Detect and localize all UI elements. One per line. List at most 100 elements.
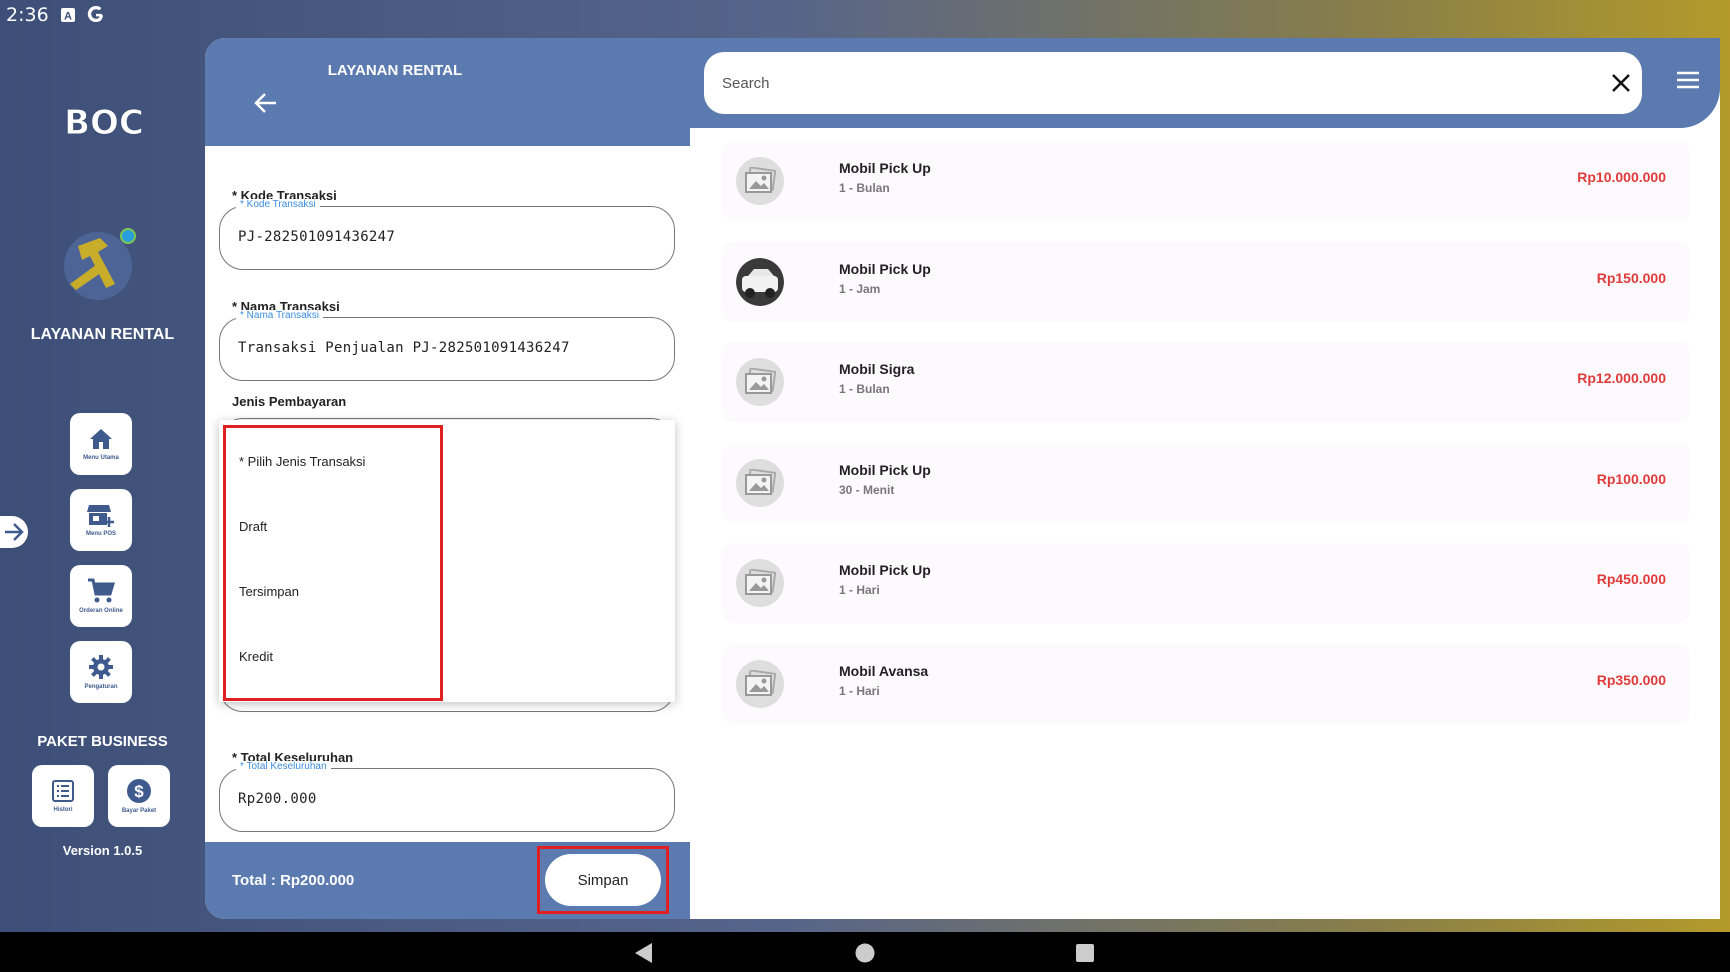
arrow-right-icon <box>5 523 24 541</box>
footer-total-value: Rp200.000 <box>280 872 355 889</box>
search-input[interactable] <box>722 70 1522 96</box>
product-row[interactable]: Mobil Avansa 1 - Hari Rp350.000 <box>722 644 1690 724</box>
app-logo: BOC <box>24 96 184 148</box>
product-duration: 1 - Jam <box>839 282 881 296</box>
search-box <box>704 52 1642 114</box>
menu-utama-label: Menu Utama <box>83 455 119 461</box>
version-text: Version 1.0.5 <box>62 843 143 858</box>
placeholder-image-icon <box>736 157 784 205</box>
product-row[interactable]: Mobil Pick Up 1 - Bulan Rp10.000.000 <box>722 141 1690 221</box>
product-price: Rp350.000 <box>1596 672 1666 688</box>
store-add-icon <box>87 505 114 527</box>
arrow-left-icon <box>254 93 276 113</box>
placeholder-image-icon <box>736 358 784 406</box>
back-button[interactable] <box>251 88 281 118</box>
expand-sidebar-button[interactable] <box>0 516 28 548</box>
product-duration: 1 - Bulan <box>839 181 890 195</box>
svg-text:BOC: BOC <box>64 103 144 143</box>
jenis-pembayaran-label: Jenis Pembayaran <box>232 394 347 409</box>
transaction-form-panel: LAYANAN RENTAL * Kode Transaksi * Kode T… <box>205 38 690 919</box>
menu-utama-button[interactable]: Menu Utama <box>70 413 132 475</box>
histori-button[interactable]: Histori <box>32 765 94 827</box>
cart-icon <box>88 578 115 603</box>
pengaturan-button[interactable]: Pengaturan <box>70 641 132 703</box>
status-bar: 2:36 A <box>0 0 1730 30</box>
product-row[interactable]: Mobil Pick Up 30 - Menit Rp100.000 <box>722 443 1690 523</box>
product-name: Mobil Pick Up <box>839 462 931 478</box>
product-duration: 1 - Hari <box>839 684 880 698</box>
hamburger-menu-button[interactable] <box>1674 68 1702 92</box>
kode-transaksi-field[interactable]: * Kode Transaksi PJ-282501091436247 <box>219 199 675 270</box>
form-footer: Total : Rp200.000 Simpan <box>205 842 690 919</box>
placeholder-image-icon <box>736 660 784 708</box>
clear-search-button[interactable] <box>1608 70 1634 96</box>
product-duration: 30 - Menit <box>839 483 895 497</box>
nav-home-button[interactable] <box>853 942 877 964</box>
svg-text:A: A <box>64 11 72 23</box>
close-icon <box>1612 74 1630 92</box>
bayar-paket-button[interactable]: $ Bayar Paket <box>108 765 170 827</box>
google-icon <box>87 6 105 24</box>
android-nav-bar <box>0 932 1730 972</box>
package-title: PAKET BUSINESS <box>37 733 168 750</box>
nama-transaksi-value: Transaksi Penjualan PJ-282501091436247 <box>238 340 570 356</box>
nav-back-button[interactable] <box>632 942 656 964</box>
product-row[interactable]: Mobil Pick Up 1 - Hari Rp450.000 <box>722 543 1690 623</box>
notification-a-icon: A <box>59 6 77 24</box>
product-duration: 1 - Hari <box>839 583 880 597</box>
nama-transaksi-floating-label: * Nama Transaksi <box>236 310 323 321</box>
nav-back-icon <box>635 943 652 963</box>
hammer-app-icon <box>60 218 140 328</box>
form-header: LAYANAN RENTAL <box>205 38 690 146</box>
nav-home-icon <box>855 943 875 963</box>
product-name: Mobil Avansa <box>839 663 929 679</box>
kode-transaksi-floating-label: * Kode Transaksi <box>236 199 320 210</box>
dropdown-highlight-box <box>223 425 443 701</box>
hamburger-menu-icon <box>1677 71 1699 89</box>
product-price: Rp10.000.000 <box>1577 169 1666 185</box>
product-row[interactable]: Mobil Pick Up 1 - Jam Rp150.000 <box>722 242 1690 322</box>
orderan-online-label: Orderan Online <box>79 608 123 614</box>
nav-recents-button[interactable] <box>1073 942 1097 964</box>
product-name: Mobil Sigra <box>839 361 915 377</box>
footer-total: Total : Rp200.000 <box>232 872 354 889</box>
dollar-icon: $ <box>127 779 151 803</box>
product-price: Rp100.000 <box>1596 471 1666 487</box>
total-keseluruhan-field[interactable]: * Total Keseluruhan Rp200.000 <box>219 761 675 832</box>
nav-recents-icon <box>1076 944 1094 962</box>
svg-text:$: $ <box>134 782 144 801</box>
kode-transaksi-value: PJ-282501091436247 <box>238 229 396 245</box>
pengaturan-label: Pengaturan <box>84 684 118 690</box>
home-icon <box>90 429 112 449</box>
product-name: Mobil Pick Up <box>839 562 931 578</box>
product-price: Rp12.000.000 <box>1577 370 1666 386</box>
product-photo <box>736 258 784 306</box>
nama-transaksi-field[interactable]: * Nama Transaksi Transaksi Penjualan PJ-… <box>219 310 675 381</box>
sidebar-title: LAYANAN RENTAL <box>30 326 175 343</box>
gear-icon <box>89 655 113 679</box>
placeholder-image-icon <box>736 459 784 507</box>
total-keseluruhan-floating-label: * Total Keseluruhan <box>236 761 331 772</box>
list-header <box>690 38 1720 128</box>
footer-total-label: Total : <box>232 872 276 889</box>
sidebar: BOC LAYANAN RENTAL Menu Utama Menu POS O… <box>0 30 205 932</box>
product-duration: 1 - Bulan <box>839 382 890 396</box>
total-keseluruhan-value: Rp200.000 <box>238 791 317 807</box>
product-row[interactable]: Mobil Sigra 1 - Bulan Rp12.000.000 <box>722 342 1690 422</box>
product-list-panel: Mobil Pick Up1 - BulanRp10.000.000Mobil … <box>690 38 1720 919</box>
orderan-online-button[interactable]: Orderan Online <box>70 565 132 627</box>
placeholder-image-icon <box>736 559 784 607</box>
histori-label: Histori <box>53 807 73 813</box>
app-window: BOC LAYANAN RENTAL Menu Utama Menu POS O… <box>0 30 1730 932</box>
product-name: Mobil Pick Up <box>839 261 931 277</box>
list-icon <box>52 780 74 802</box>
form-title: LAYANAN RENTAL <box>327 62 463 79</box>
menu-pos-button[interactable]: Menu POS <box>70 489 132 551</box>
product-price: Rp150.000 <box>1596 270 1666 286</box>
product-name: Mobil Pick Up <box>839 160 931 176</box>
status-time: 2:36 <box>6 4 49 26</box>
save-highlight-box <box>537 846 669 914</box>
bayar-paket-label: Bayar Paket <box>121 808 157 814</box>
product-price: Rp450.000 <box>1596 571 1666 587</box>
menu-pos-label: Menu POS <box>85 531 116 537</box>
